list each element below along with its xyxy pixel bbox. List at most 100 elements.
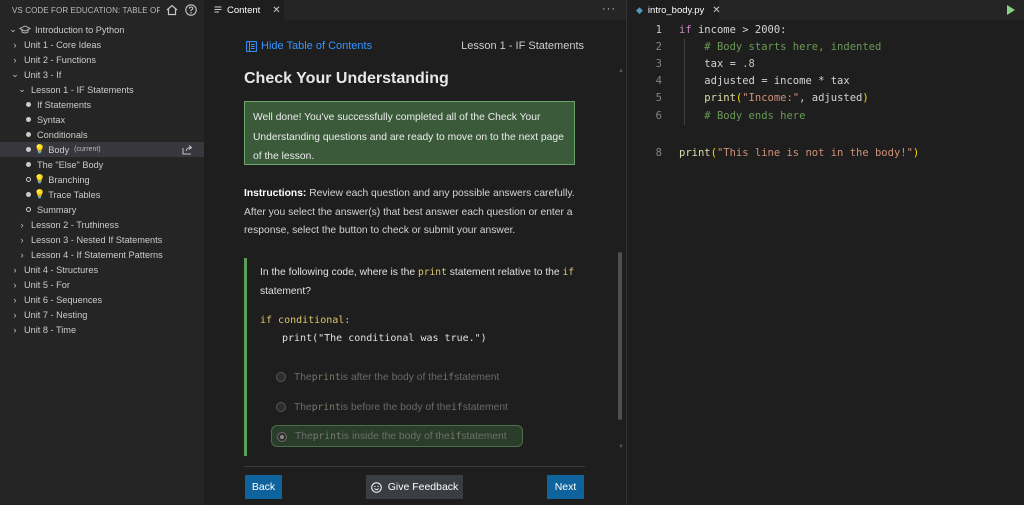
toc-item[interactable]: › Unit 5 - For xyxy=(0,277,204,292)
toc-item[interactable]: 💡 Branching xyxy=(0,172,204,187)
chevron-down-icon: ⌄ xyxy=(11,69,19,79)
code-line: 5 print("Income:", adjusted) xyxy=(627,90,1024,107)
toc-item-label: If Statements xyxy=(37,99,92,110)
smiley-icon xyxy=(370,481,382,493)
tab-content[interactable]: Content ✕ xyxy=(204,0,284,20)
line-number: 5 xyxy=(655,92,662,104)
question-text: In the following code, where is the prin… xyxy=(260,267,575,297)
give-feedback-button[interactable]: Give Feedback xyxy=(366,475,463,499)
tab-intro-body-py[interactable]: ◆ intro_body.py ✕ xyxy=(627,0,721,20)
radio-button[interactable] xyxy=(277,432,287,442)
close-icon[interactable]: ✕ xyxy=(712,5,720,16)
toc-item-label: Unit 1 - Core Ideas xyxy=(24,39,102,50)
toc-item[interactable]: Conditionals xyxy=(0,127,204,142)
next-button[interactable]: Next xyxy=(547,475,584,499)
radio-button[interactable] xyxy=(276,402,286,412)
toc-item[interactable]: › Unit 4 - Structures xyxy=(0,262,204,277)
chevron-right-icon: › xyxy=(20,219,24,230)
toc-item-label: Lesson 4 - If Statement Patterns xyxy=(31,249,163,260)
hide-toc-link[interactable]: Hide Table of Contents xyxy=(246,40,372,52)
question-code-line-2: print("The conditional was true.") xyxy=(282,333,487,344)
scrollbar-thumb[interactable] xyxy=(618,252,622,420)
toc-item[interactable]: › Lesson 3 - Nested If Statements xyxy=(0,232,204,247)
document-icon xyxy=(214,6,222,13)
toc-tree: ⌄ Introduction to Python › Unit 1 - Core Id… xyxy=(0,22,204,337)
toc-item[interactable]: ⌄ Introduction to Python xyxy=(0,22,204,37)
chevron-right-icon: › xyxy=(13,54,17,65)
help-icon[interactable] xyxy=(184,3,198,17)
editor-tab-label: intro_body.py xyxy=(647,4,705,16)
toc-item[interactable]: ⌄ Unit 3 - If xyxy=(0,67,204,82)
editor-tab-bar: ◆ intro_body.py ✕ xyxy=(627,0,1024,20)
toc-item-label: Unit 3 - If xyxy=(24,69,62,80)
answer-option[interactable]: The print is inside the body of the if s… xyxy=(271,425,523,447)
chevron-right-icon: › xyxy=(13,279,17,290)
toc-item-label: Conditionals xyxy=(37,129,88,140)
toc-item-label: Unit 5 - For xyxy=(24,279,70,290)
home-icon[interactable] xyxy=(165,3,179,17)
toc-item[interactable]: › Unit 8 - Time xyxy=(0,322,204,337)
toc-item-label: Syntax xyxy=(37,114,66,125)
give-feedback-label: Give Feedback xyxy=(387,481,459,493)
completed-dot-icon xyxy=(23,127,33,142)
code-line: 2 # Body starts here, indented xyxy=(627,39,1024,56)
toc-icon xyxy=(246,40,257,52)
toc-item[interactable]: › Unit 6 - Sequences xyxy=(0,292,204,307)
line-number: 4 xyxy=(655,75,662,87)
tab-content-label: Content xyxy=(227,4,261,16)
completed-dot-icon xyxy=(23,97,33,112)
toc-item[interactable]: › Unit 7 - Nesting xyxy=(0,307,204,322)
toc-item[interactable]: 💡 Trace Tables xyxy=(0,187,204,202)
incomplete-dot-icon xyxy=(23,202,33,217)
question-card: In the following code, where is the prin… xyxy=(244,258,580,456)
close-icon[interactable]: ✕ xyxy=(272,5,280,16)
success-message: Well done! You've successfully completed… xyxy=(244,101,575,165)
code-line: 3 tax = .8 xyxy=(627,56,1024,73)
toc-item[interactable]: Syntax xyxy=(0,112,204,127)
toc-item[interactable]: Summary xyxy=(0,202,204,217)
back-button[interactable]: Back xyxy=(245,475,282,499)
toc-item-label: Unit 6 - Sequences xyxy=(24,294,103,305)
line-number: 3 xyxy=(655,58,662,70)
toc-item-label: Lesson 3 - Nested If Statements xyxy=(31,234,163,245)
current-tag: (current) xyxy=(74,146,101,153)
toc-item-label: Summary xyxy=(37,204,77,215)
toc-item[interactable]: › Unit 2 - Functions xyxy=(0,52,204,67)
completed-dot-icon xyxy=(23,157,33,172)
scroll-down-arrow[interactable]: ▼ xyxy=(618,444,624,450)
line-number: 1 xyxy=(655,24,662,36)
completed-dot-icon xyxy=(23,187,33,202)
chevron-right-icon: › xyxy=(20,249,24,260)
hide-toc-label: Hide Table of Contents xyxy=(261,40,373,52)
toc-item-label: Lesson 1 - IF Statements xyxy=(31,84,134,95)
chevron-down-icon: ⌄ xyxy=(9,24,17,34)
line-number: 2 xyxy=(655,41,662,53)
code-line: 1 if income > 2000: xyxy=(627,22,1024,39)
run-icon[interactable] xyxy=(1007,5,1015,15)
toc-item[interactable]: 💡 Body (current) xyxy=(0,142,204,157)
toc-item-label: Unit 4 - Structures xyxy=(24,264,99,275)
sidebar-header: VS CODE FOR EDUCATION: TABLE OF CON... xyxy=(0,0,204,20)
question-code-line-1: if conditional: xyxy=(260,315,351,326)
scroll-up-arrow[interactable]: ▲ xyxy=(618,68,624,74)
toc-item-label: The "Else" Body xyxy=(37,159,104,170)
code-line: 4 adjusted = income * tax xyxy=(627,73,1024,90)
chevron-right-icon: › xyxy=(13,309,17,320)
toc-item[interactable]: › Lesson 2 - Truthiness xyxy=(0,217,204,232)
answer-option[interactable]: The print is after the body of the if st… xyxy=(271,366,499,388)
content-panel: Content ✕ ··· Hide Table of Contents Les… xyxy=(204,0,626,505)
more-actions-icon[interactable]: ··· xyxy=(602,3,616,15)
radio-button[interactable] xyxy=(276,372,286,382)
answer-option[interactable]: The print is before the body of the if s… xyxy=(271,396,508,418)
share-icon[interactable] xyxy=(182,144,193,155)
toc-item[interactable]: › Unit 1 - Core Ideas xyxy=(0,37,204,52)
chevron-right-icon: › xyxy=(13,264,17,275)
toc-item-label: Unit 8 - Time xyxy=(24,324,77,335)
toc-item-label: Body xyxy=(48,144,70,155)
toc-item[interactable]: The "Else" Body xyxy=(0,157,204,172)
line-number: 8 xyxy=(655,147,662,159)
toc-item[interactable]: › Lesson 4 - If Statement Patterns xyxy=(0,247,204,262)
toc-item[interactable]: If Statements xyxy=(0,97,204,112)
chevron-down-icon: ⌄ xyxy=(18,84,26,94)
toc-item[interactable]: ⌄ Lesson 1 - IF Statements xyxy=(0,82,204,97)
